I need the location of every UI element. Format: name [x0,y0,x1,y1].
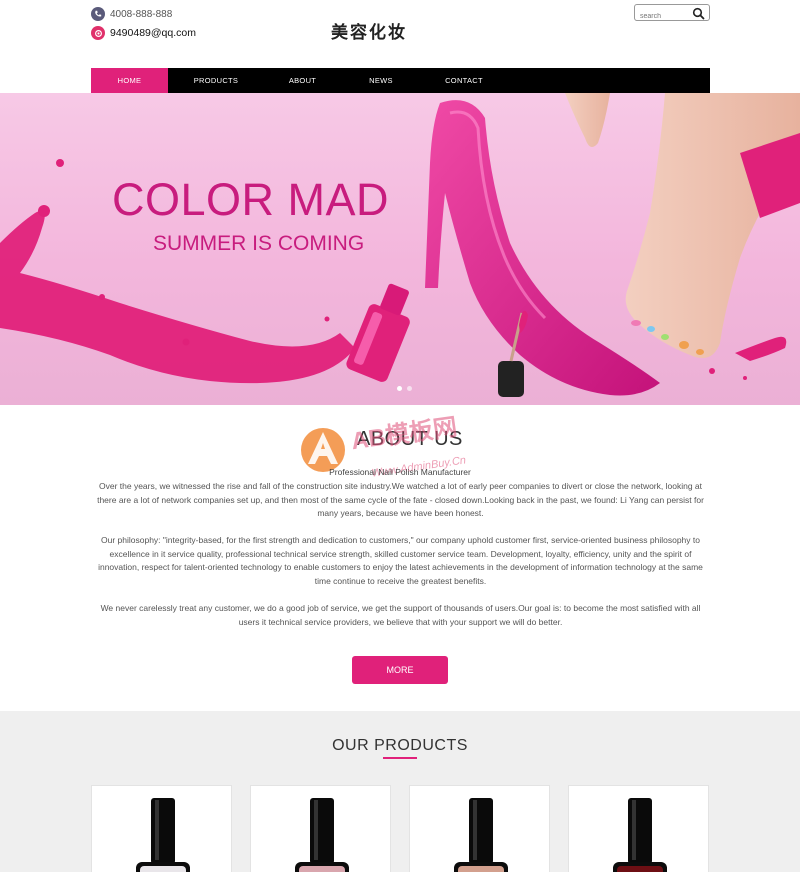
email-row: 9490489@qq.com [91,24,196,42]
product-card[interactable] [409,785,550,872]
search-box [634,4,710,24]
site-header: 4008-888-888 9490489@qq.com 美容化妆 [0,0,800,68]
nav-about[interactable]: ABOUT [264,68,341,93]
nail-polish-nude-image [454,798,508,872]
site-logo[interactable]: 美容化妆 [331,18,407,43]
hero-banner[interactable]: COLOR MAD SUMMER IS COMING [0,93,800,405]
phone-number: 4008-888-888 [110,8,173,20]
nav-home[interactable]: HOME [91,68,168,93]
nav-products[interactable]: PRODUCTS [168,68,264,93]
more-button[interactable]: MORE [352,656,448,684]
products-title: OUR PRODUCTS [332,737,468,754]
banner-subtitle: SUMMER IS COMING [153,232,365,255]
contact-info: 4008-888-888 9490489@qq.com [91,5,196,43]
email-address[interactable]: 9490489@qq.com [110,27,196,39]
nail-polish-burgundy-image [613,798,667,872]
products-section: OUR PRODUCTS [0,711,800,872]
nav-news[interactable]: NEWS [341,68,421,93]
about-paragraph-2: Our philosophy: "integrity-based, for th… [98,535,703,586]
about-paragraph-3: We never carelessly treat any customer, … [100,603,701,627]
product-card[interactable] [250,785,391,872]
slider-dot-1[interactable] [397,386,402,391]
nav-contact[interactable]: CONTACT [421,68,507,93]
watermark-logo: AB模板网 Www.AdminBuy.Cn [301,414,467,478]
nail-polish-white-image [136,798,190,872]
search-input[interactable] [635,9,687,24]
main-nav: HOME PRODUCTS ABOUT NEWS CONTACT [91,68,710,93]
search-icon[interactable] [692,7,705,20]
banner-artwork [0,93,800,397]
product-card[interactable] [568,785,709,872]
email-icon [91,26,105,40]
about-paragraph-1: Over the years, we witnessed the rise an… [97,481,704,519]
phone-icon [91,7,105,21]
slider-dot-2[interactable] [407,386,412,391]
title-underline [383,757,417,759]
phone-row: 4008-888-888 [91,5,196,23]
watermark-logo-text: AB模板网 [349,414,458,456]
banner-title: COLOR MAD [112,174,390,225]
product-card[interactable] [91,785,232,872]
about-subtitle: Professional Nail Polish Manufacturer [329,467,471,477]
nail-polish-pink-image [295,798,349,872]
slider-dots [397,386,412,391]
